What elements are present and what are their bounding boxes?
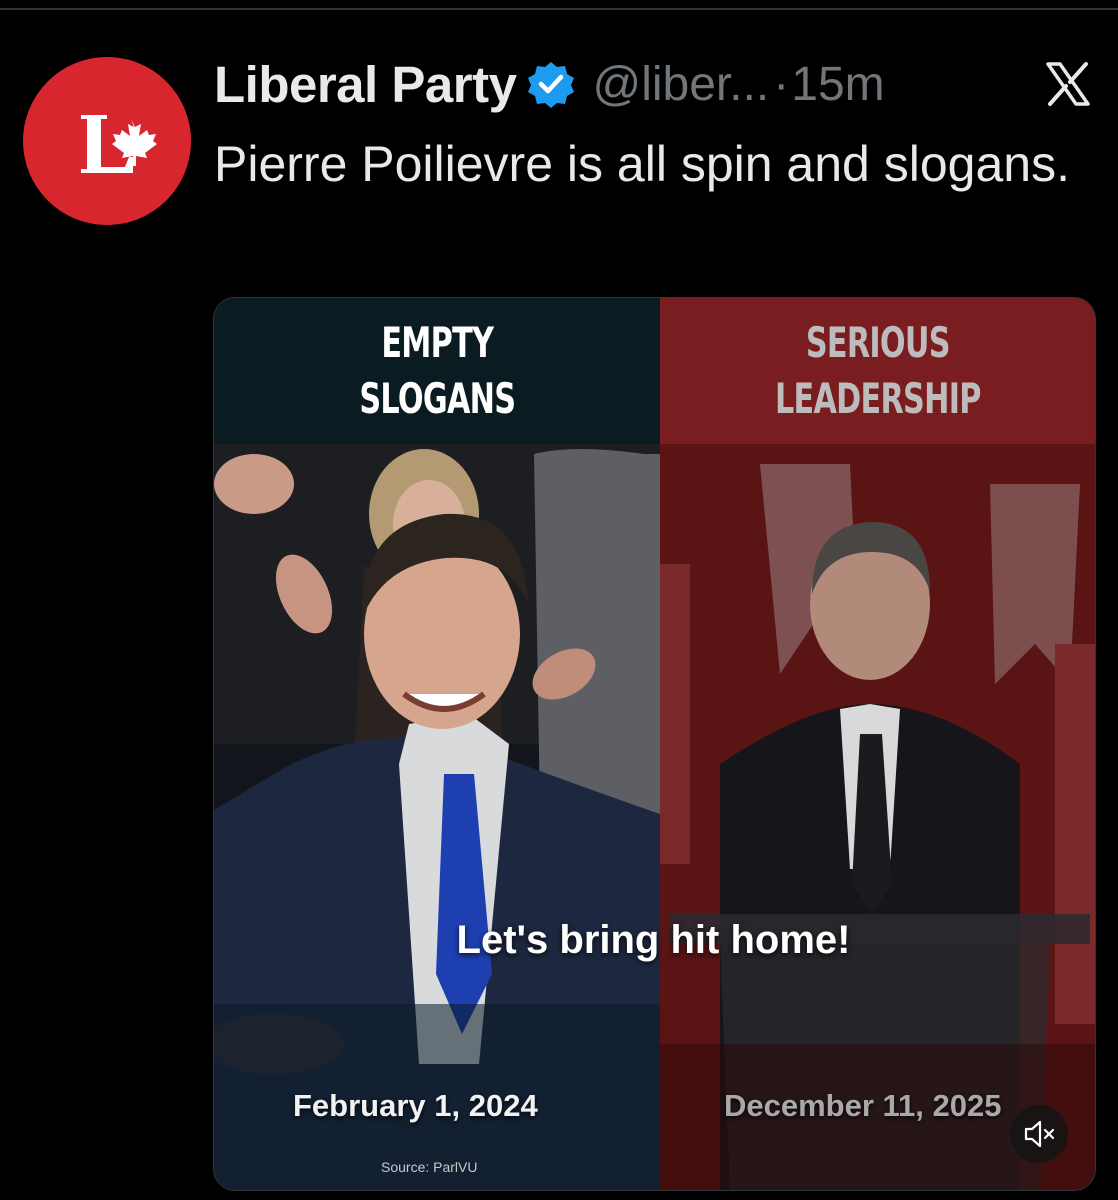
left-title-line2: SLOGANS — [359, 374, 516, 423]
media-card[interactable]: EMPTY SLOGANS SERIOUS LEADERSHIP — [213, 297, 1096, 1191]
left-title-line1: EMPTY — [381, 318, 494, 367]
separator-dot: · — [773, 57, 790, 111]
media-right-panel: SERIOUS LEADERSHIP — [660, 298, 1095, 1190]
right-date: December 11, 2025 — [724, 1088, 1002, 1123]
author-handle[interactable]: @liber... — [592, 57, 769, 112]
speaker-muted-icon — [1024, 1120, 1055, 1148]
right-title-line2: LEADERSHIP — [774, 374, 981, 423]
left-date: February 1, 2024 — [293, 1088, 538, 1123]
left-video-frame — [214, 444, 660, 1190]
verified-badge-icon[interactable] — [526, 59, 576, 109]
video-caption: Let's bring hit home! — [456, 918, 851, 962]
media-left-panel: EMPTY SLOGANS — [214, 298, 660, 1190]
mute-toggle-button[interactable] — [1010, 1105, 1068, 1163]
post-timestamp[interactable]: 15m — [791, 57, 884, 112]
top-divider — [0, 8, 1118, 10]
post-text: Pierre Poilievre is all spin and slogans… — [214, 136, 1070, 192]
right-video-frame — [660, 444, 1095, 1190]
serious-leadership-label: SERIOUS LEADERSHIP — [660, 298, 1095, 444]
post-header: Liberal Party @liber... · 15m — [214, 54, 885, 114]
liberal-logo-icon — [23, 57, 191, 225]
source-credit: Source: ParlVU — [381, 1159, 478, 1175]
avatar[interactable] — [23, 57, 191, 225]
right-title-line1: SERIOUS — [805, 318, 950, 367]
author-name[interactable]: Liberal Party — [214, 55, 517, 114]
empty-slogans-label: EMPTY SLOGANS — [214, 298, 660, 444]
x-logo-icon — [1044, 60, 1092, 108]
